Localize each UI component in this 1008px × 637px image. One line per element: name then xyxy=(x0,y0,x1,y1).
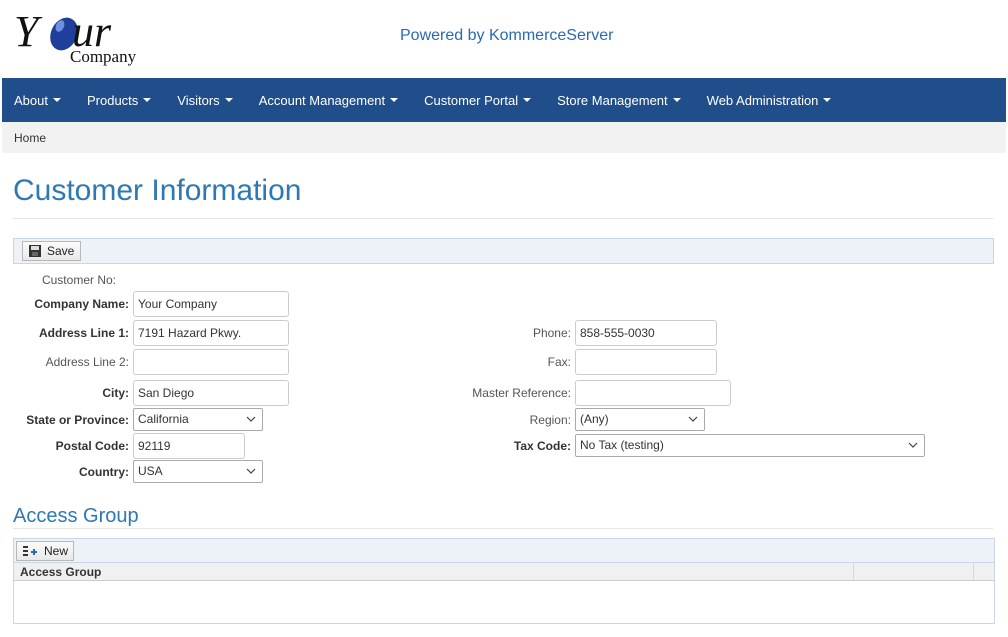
chevron-down-icon xyxy=(908,442,918,448)
chevron-down-icon xyxy=(246,416,256,422)
postal-code-label: Postal Code: xyxy=(55,439,129,453)
column-header-blank xyxy=(854,563,974,580)
caret-down-icon xyxy=(523,98,532,102)
city-field[interactable] xyxy=(133,380,289,406)
site-header: Y ur Company Powered by KommerceServer xyxy=(0,0,1008,78)
address-line-2-label: Address Line 2: xyxy=(45,355,129,369)
caret-down-icon xyxy=(52,98,61,102)
state-select[interactable]: California xyxy=(133,408,263,431)
grid-toolbar: New xyxy=(14,539,994,563)
nav-customer-portal[interactable]: Customer Portal xyxy=(424,93,532,108)
floppy-disk-icon xyxy=(29,245,41,257)
region-selected-value: (Any) xyxy=(580,412,609,426)
address-line-2-field[interactable] xyxy=(133,349,289,375)
save-button-label: Save xyxy=(47,244,75,258)
chevron-down-icon xyxy=(246,468,256,474)
logo-company: Company xyxy=(70,47,137,66)
customer-no-label: Customer No: xyxy=(41,273,116,287)
column-header-access-group[interactable]: Access Group xyxy=(14,563,854,580)
new-access-group-button[interactable]: New xyxy=(16,541,75,561)
state-label: State or Province: xyxy=(26,413,129,427)
column-header-scroll xyxy=(974,563,994,580)
page-title: Customer Information xyxy=(13,174,302,207)
access-group-grid: New Access Group xyxy=(13,538,995,624)
caret-down-icon xyxy=(143,98,152,102)
city-label: City: xyxy=(102,386,129,400)
company-name-field[interactable] xyxy=(133,291,289,317)
grid-header-row: Access Group xyxy=(14,563,994,581)
state-selected-value: California xyxy=(138,412,189,426)
section-divider xyxy=(13,528,993,529)
company-name-label: Company Name: xyxy=(34,297,129,311)
save-button[interactable]: Save xyxy=(22,241,82,261)
grid-body xyxy=(14,581,994,623)
powered-by-text: Powered by KommerceServer xyxy=(400,27,614,44)
tax-code-select[interactable]: No Tax (testing) xyxy=(575,434,925,457)
breadcrumb: Home xyxy=(2,122,1006,153)
region-label: Region: xyxy=(529,413,571,427)
nav-account-management[interactable]: Account Management xyxy=(259,93,399,108)
address-line-1-label: Address Line 1: xyxy=(38,326,129,340)
fax-field[interactable] xyxy=(575,349,717,375)
phone-label: Phone: xyxy=(532,326,571,340)
country-label: Country: xyxy=(79,465,129,479)
nav-store-management[interactable]: Store Management xyxy=(557,93,681,108)
nav-products[interactable]: Products xyxy=(87,93,152,108)
chevron-down-icon xyxy=(688,416,698,422)
postal-code-field[interactable] xyxy=(133,433,245,459)
nav-about[interactable]: About xyxy=(14,93,61,108)
main-navbar: About Products Visitors Account Manageme… xyxy=(2,78,1006,122)
phone-field[interactable] xyxy=(575,320,717,346)
country-select[interactable]: USA xyxy=(133,460,263,483)
tax-code-label: Tax Code: xyxy=(513,439,571,453)
new-record-icon xyxy=(23,546,37,556)
address-line-1-field[interactable] xyxy=(133,320,289,346)
new-button-label: New xyxy=(44,544,69,558)
master-reference-field[interactable] xyxy=(575,380,731,406)
nav-web-administration[interactable]: Web Administration xyxy=(707,93,832,108)
caret-down-icon xyxy=(672,98,681,102)
breadcrumb-home[interactable]: Home xyxy=(14,131,46,145)
tax-code-selected-value: No Tax (testing) xyxy=(580,438,664,452)
logo-your: Y xyxy=(14,7,43,56)
company-logo[interactable]: Y ur Company xyxy=(12,4,152,70)
form-toolbar: Save xyxy=(13,238,994,264)
nav-visitors[interactable]: Visitors xyxy=(177,93,233,108)
access-group-title: Access Group xyxy=(13,505,139,527)
caret-down-icon xyxy=(390,98,399,102)
region-select[interactable]: (Any) xyxy=(575,408,705,431)
master-reference-label: Master Reference: xyxy=(472,386,571,400)
country-selected-value: USA xyxy=(138,464,163,478)
title-divider xyxy=(13,218,993,219)
fax-label: Fax: xyxy=(547,355,571,369)
caret-down-icon xyxy=(823,98,832,102)
caret-down-icon xyxy=(224,98,233,102)
